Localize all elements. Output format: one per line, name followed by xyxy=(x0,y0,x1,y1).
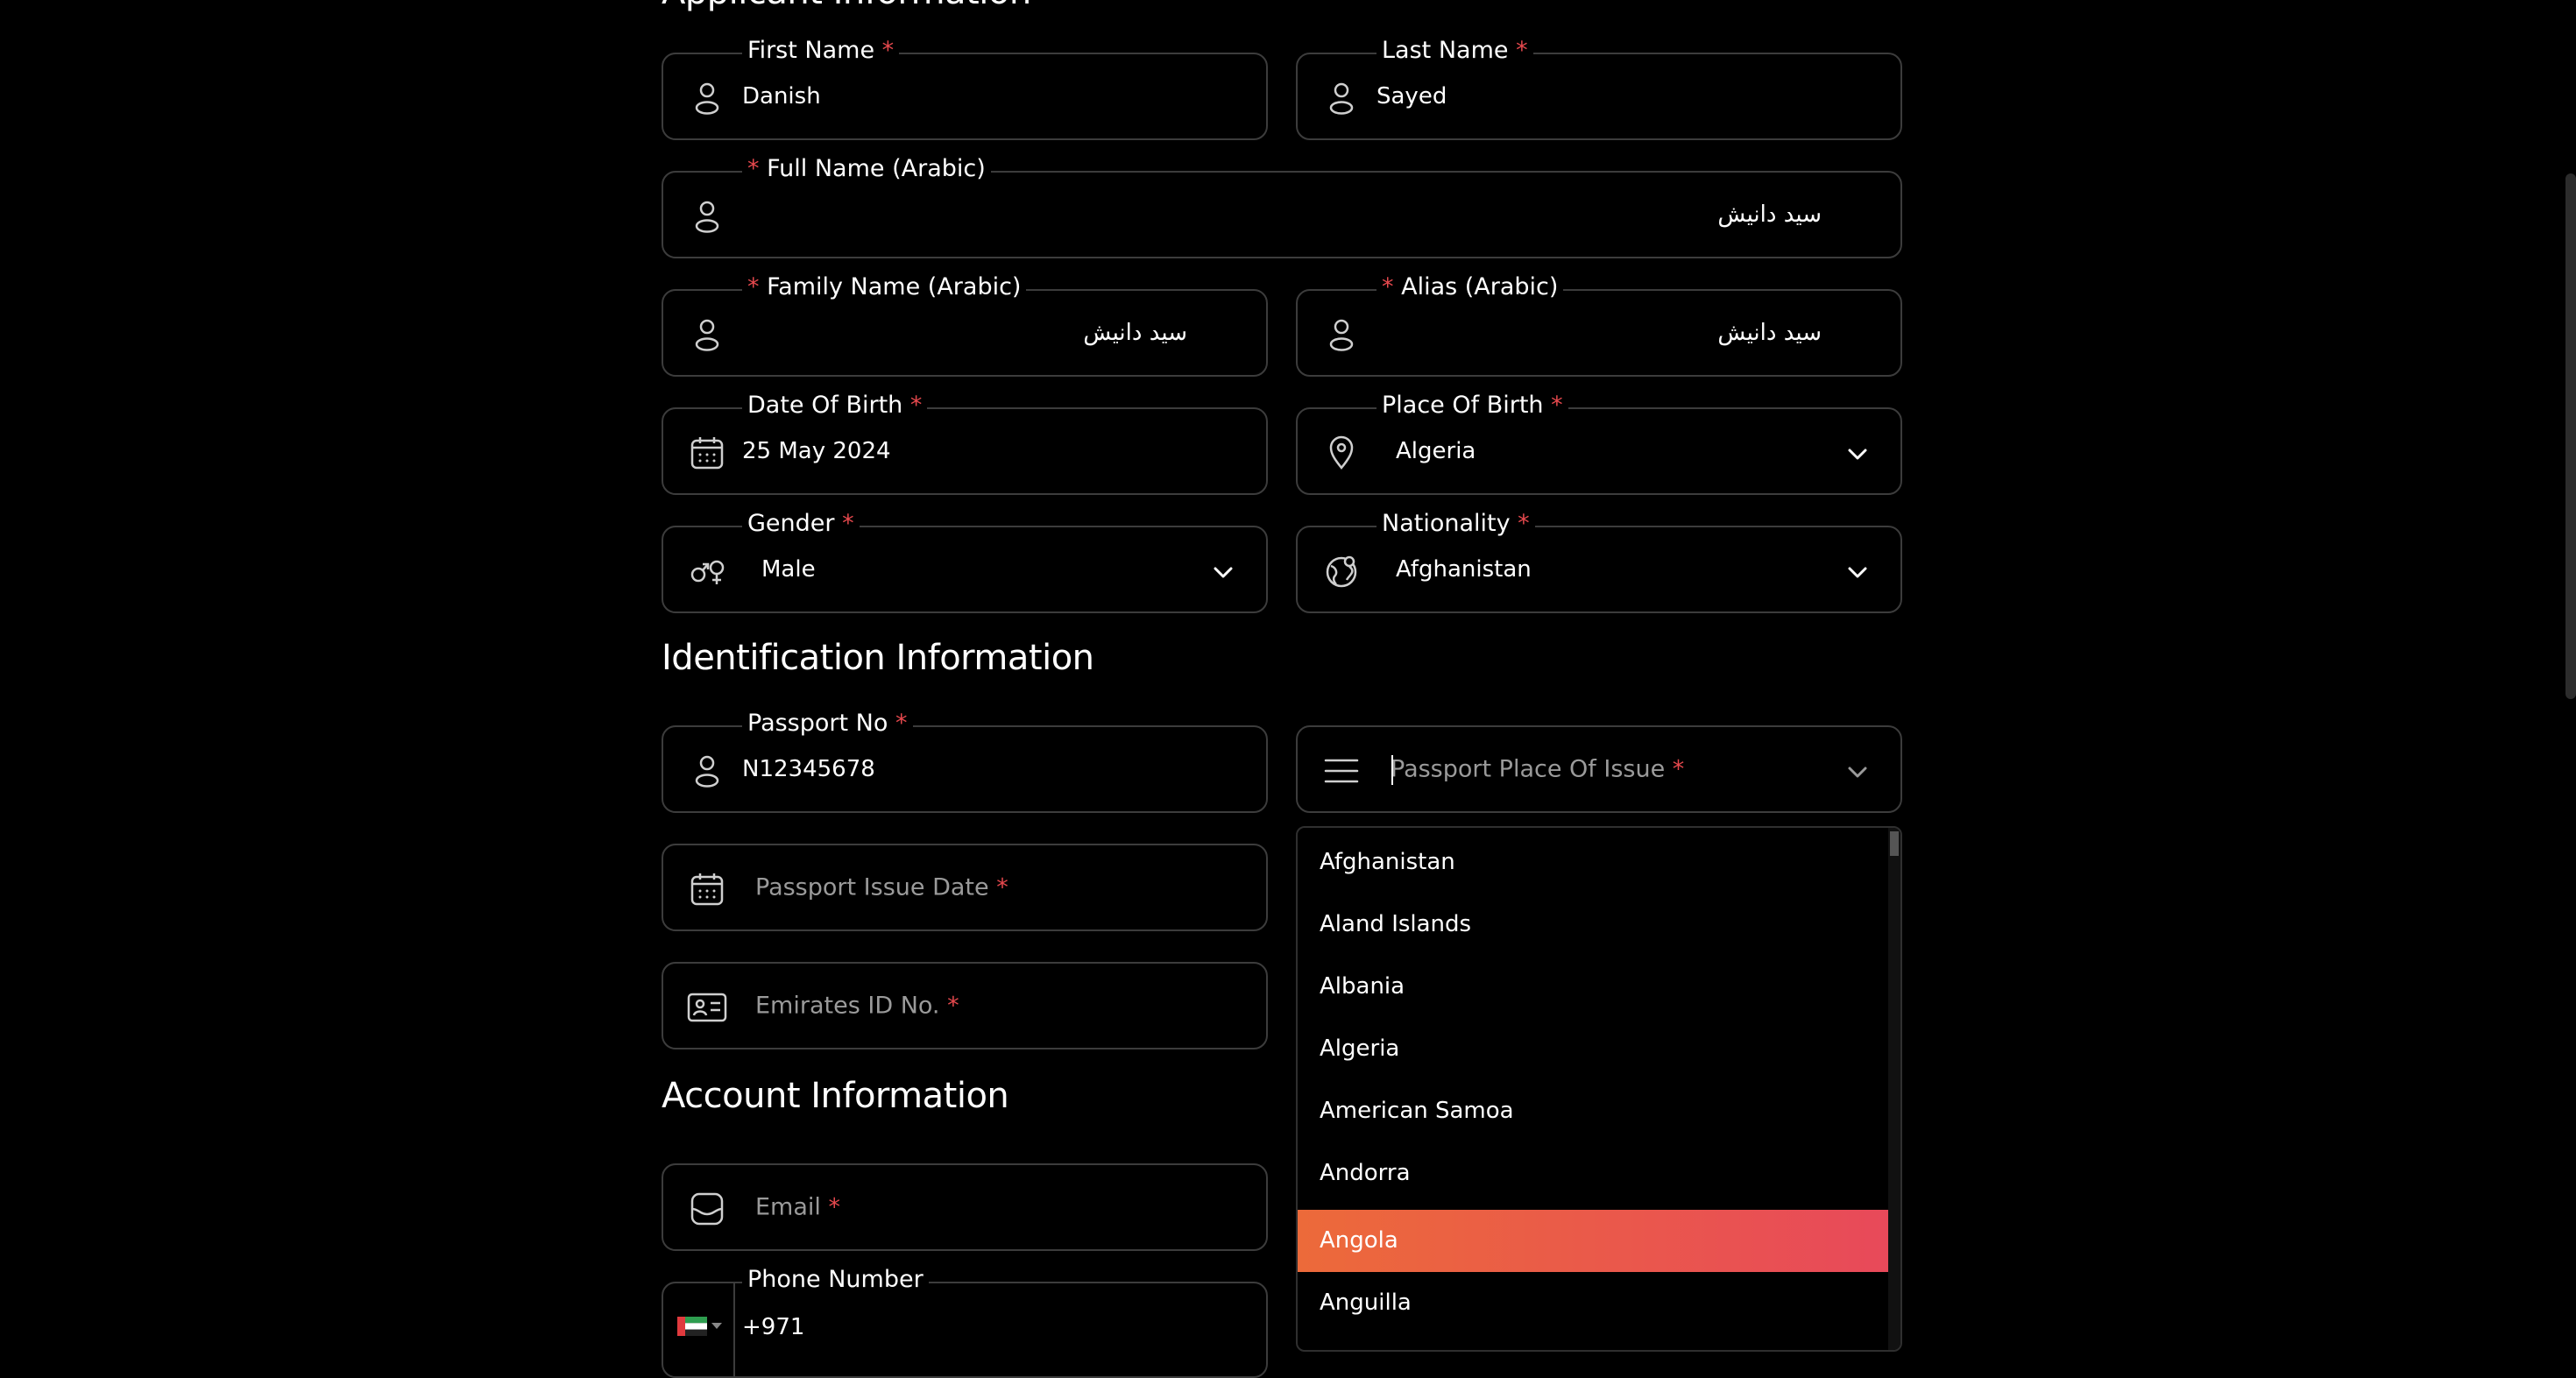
dropdown-option[interactable]: Afghanistan xyxy=(1298,831,1890,894)
nationality-label: Nationality * xyxy=(1376,508,1535,540)
first-name-label: First Name * xyxy=(742,35,900,67)
phone-number-label: Phone Number xyxy=(742,1264,929,1296)
caret-down-icon xyxy=(711,1323,722,1329)
passport-place-of-issue-select[interactable]: Passport Place Of Issue * xyxy=(1296,725,1902,813)
emirates-id-field[interactable]: Emirates ID No. * xyxy=(662,962,1268,1049)
dropdown-option-highlighted[interactable]: Angola xyxy=(1298,1210,1890,1272)
dropdown-scrollbar-thumb[interactable] xyxy=(1890,831,1899,856)
chevron-down-icon[interactable] xyxy=(1844,759,1871,785)
place-of-birth-select[interactable]: Place Of Birth * Algeria xyxy=(1296,390,1902,495)
first-name-value: Danish xyxy=(742,83,821,110)
chevron-down-icon[interactable] xyxy=(1210,559,1236,585)
location-pin-icon xyxy=(1320,432,1362,474)
family-name-arabic-field[interactable]: * Family Name (Arabic) سيد دانيش xyxy=(662,272,1268,377)
globe-icon xyxy=(1320,550,1362,592)
gender-select[interactable]: Gender * Male xyxy=(662,508,1268,613)
user-icon xyxy=(686,77,728,119)
nationality-select[interactable]: Nationality * Afghanistan xyxy=(1296,508,1902,613)
user-icon xyxy=(686,314,728,356)
last-name-value: Sayed xyxy=(1376,83,1447,110)
emirates-id-placeholder: Emirates ID No. * xyxy=(755,992,959,1020)
applicant-section-title: Applicant Information xyxy=(662,0,1031,12)
text-cursor xyxy=(1391,755,1393,785)
family-name-arabic-label: * Family Name (Arabic) xyxy=(742,272,1027,303)
chevron-down-icon[interactable] xyxy=(1844,559,1871,585)
page-scrollbar[interactable] xyxy=(2560,0,2576,1367)
place-of-birth-label: Place Of Birth * xyxy=(1376,390,1568,421)
passport-issue-date-field[interactable]: Passport Issue Date * xyxy=(662,844,1268,931)
chevron-down-icon[interactable] xyxy=(1844,441,1871,467)
phone-number-value: +971 xyxy=(742,1314,805,1340)
full-name-arabic-label: * Full Name (Arabic) xyxy=(742,153,991,185)
alias-arabic-value: سيد دانيش xyxy=(1717,320,1822,346)
account-section-title: Account Information xyxy=(662,1076,1009,1116)
mail-icon xyxy=(686,1188,728,1230)
passport-no-label: Passport No * xyxy=(742,708,913,739)
dropdown-option[interactable]: Andorra xyxy=(1298,1142,1890,1205)
date-of-birth-label: Date Of Birth * xyxy=(742,390,928,421)
email-placeholder: Email * xyxy=(755,1193,841,1221)
calendar-icon[interactable] xyxy=(686,868,728,910)
identification-section-title: Identification Information xyxy=(662,638,1094,678)
full-name-arabic-value: سيد دانيش xyxy=(1717,201,1822,228)
first-name-field[interactable]: First Name * Danish xyxy=(662,35,1268,140)
gender-icon xyxy=(686,550,728,592)
gender-label: Gender * xyxy=(742,508,860,540)
alias-arabic-label: * Alias (Arabic) xyxy=(1376,272,1564,303)
dropdown-option[interactable]: Aland Islands xyxy=(1298,894,1890,956)
uae-flag-icon xyxy=(677,1317,707,1336)
family-name-arabic-value: سيد دانيش xyxy=(1083,320,1187,346)
dropdown-scrollbar[interactable] xyxy=(1888,828,1900,1350)
dropdown-option[interactable]: Albania xyxy=(1298,956,1890,1018)
email-field[interactable]: Email * xyxy=(662,1163,1268,1251)
user-icon xyxy=(1320,314,1362,356)
passport-issue-date-placeholder: Passport Issue Date * xyxy=(755,873,1008,901)
dropdown-option[interactable]: Anguilla xyxy=(1298,1272,1890,1334)
phone-number-field[interactable]: Phone Number +971 xyxy=(662,1264,1268,1378)
last-name-label: Last Name * xyxy=(1376,35,1533,67)
user-icon xyxy=(686,195,728,237)
date-of-birth-value: 25 May 2024 xyxy=(742,438,891,464)
last-name-field[interactable]: Last Name * Sayed xyxy=(1296,35,1902,140)
passport-no-value: N12345678 xyxy=(742,756,875,782)
place-of-birth-value: Algeria xyxy=(1396,438,1476,464)
alias-arabic-field[interactable]: * Alias (Arabic) سيد دانيش xyxy=(1296,272,1902,377)
nationality-value: Afghanistan xyxy=(1396,556,1532,583)
menu-icon xyxy=(1320,750,1362,792)
calendar-icon[interactable] xyxy=(686,432,728,474)
full-name-arabic-field[interactable]: * Full Name (Arabic) سيد دانيش xyxy=(662,153,1902,258)
dropdown-option[interactable]: American Samoa xyxy=(1298,1080,1890,1142)
user-icon xyxy=(686,750,728,792)
passport-place-of-issue-dropdown[interactable]: Afghanistan Aland Islands Albania Algeri… xyxy=(1296,826,1902,1352)
passport-place-of-issue-placeholder: Passport Place Of Issue * xyxy=(1391,755,1685,783)
date-of-birth-field[interactable]: Date Of Birth * 25 May 2024 xyxy=(662,390,1268,495)
id-card-icon xyxy=(686,986,728,1028)
country-code-selector[interactable] xyxy=(663,1283,735,1376)
dropdown-option[interactable]: Algeria xyxy=(1298,1018,1890,1080)
user-icon xyxy=(1320,77,1362,119)
page-scrollbar-thumb[interactable] xyxy=(2565,173,2576,699)
passport-no-field[interactable]: Passport No * N12345678 xyxy=(662,708,1268,813)
gender-value: Male xyxy=(761,556,816,583)
